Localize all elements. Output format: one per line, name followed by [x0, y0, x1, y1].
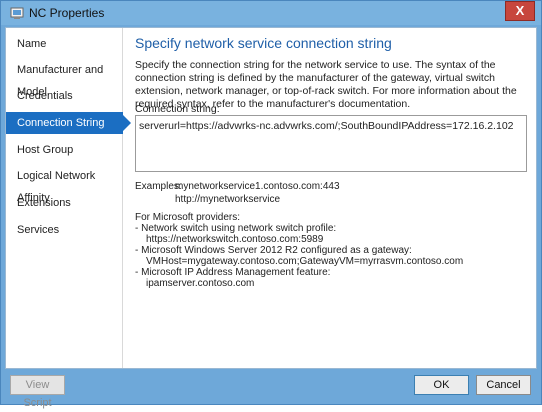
dialog-client-area: Name Manufacturer and Model Credentials …	[5, 27, 537, 369]
ok-button[interactable]: OK	[414, 375, 469, 395]
window-title: NC Properties	[29, 6, 105, 20]
examples-block: Examples: mynetworkservice1.contoso.com:…	[135, 181, 340, 206]
sidebar-item-connection-string[interactable]: Connection String	[6, 112, 131, 134]
page-title: Specify network service connection strin…	[135, 35, 392, 51]
sidebar-item-services[interactable]: Services	[6, 219, 123, 241]
ms-provider-item: - Network switch using network switch pr…	[135, 223, 337, 234]
sidebar-item-name[interactable]: Name	[6, 33, 123, 55]
app-icon	[10, 7, 24, 19]
example-item: http://mynetworkservice	[175, 193, 281, 205]
sidebar-item-logical-network-affinity[interactable]: Logical Network Affinity	[6, 165, 123, 204]
sidebar-item-host-group[interactable]: Host Group	[6, 139, 123, 161]
cancel-button[interactable]: Cancel	[476, 375, 531, 395]
sidebar-item-credentials[interactable]: Credentials	[6, 85, 123, 107]
sidebar-nav: Name Manufacturer and Model Credentials …	[6, 28, 131, 368]
examples-label: Examples:	[135, 181, 182, 192]
ms-provider-item: - Microsoft Windows Server 2012 R2 confi…	[135, 245, 412, 256]
example-item: mynetworkservice1.contoso.com:443	[175, 181, 340, 192]
connection-string-label: Connection string:	[135, 103, 220, 115]
sidebar-item-extensions[interactable]: Extensions	[6, 192, 123, 214]
title-bar[interactable]: NC Properties X	[1, 1, 541, 25]
ms-providers-header: For Microsoft providers:	[135, 212, 241, 223]
sidebar-item-manufacturer-and-model[interactable]: Manufacturer and Model	[6, 59, 123, 98]
dialog-footer: View Script OK Cancel	[5, 369, 537, 409]
connection-string-input[interactable]: serverurl=https://advwrks-nc.advwrks.com…	[135, 115, 527, 172]
ms-provider-value: ipamserver.contoso.com	[146, 278, 255, 289]
dialog-window: NC Properties X Name Manufacturer and Mo…	[0, 0, 542, 409]
ms-provider-value: https://networkswitch.contoso.com:5989	[146, 234, 324, 245]
main-panel: Specify network service connection strin…	[135, 28, 531, 368]
view-script-button[interactable]: View Script	[10, 375, 65, 409]
ms-provider-value: VMHost=mygateway.contoso.com;GatewayVM=m…	[146, 256, 464, 267]
microsoft-providers-block: For Microsoft providers: - Network switc…	[135, 212, 463, 289]
ms-provider-item: - Microsoft IP Address Management featur…	[135, 267, 331, 278]
close-button[interactable]: X	[505, 1, 535, 21]
